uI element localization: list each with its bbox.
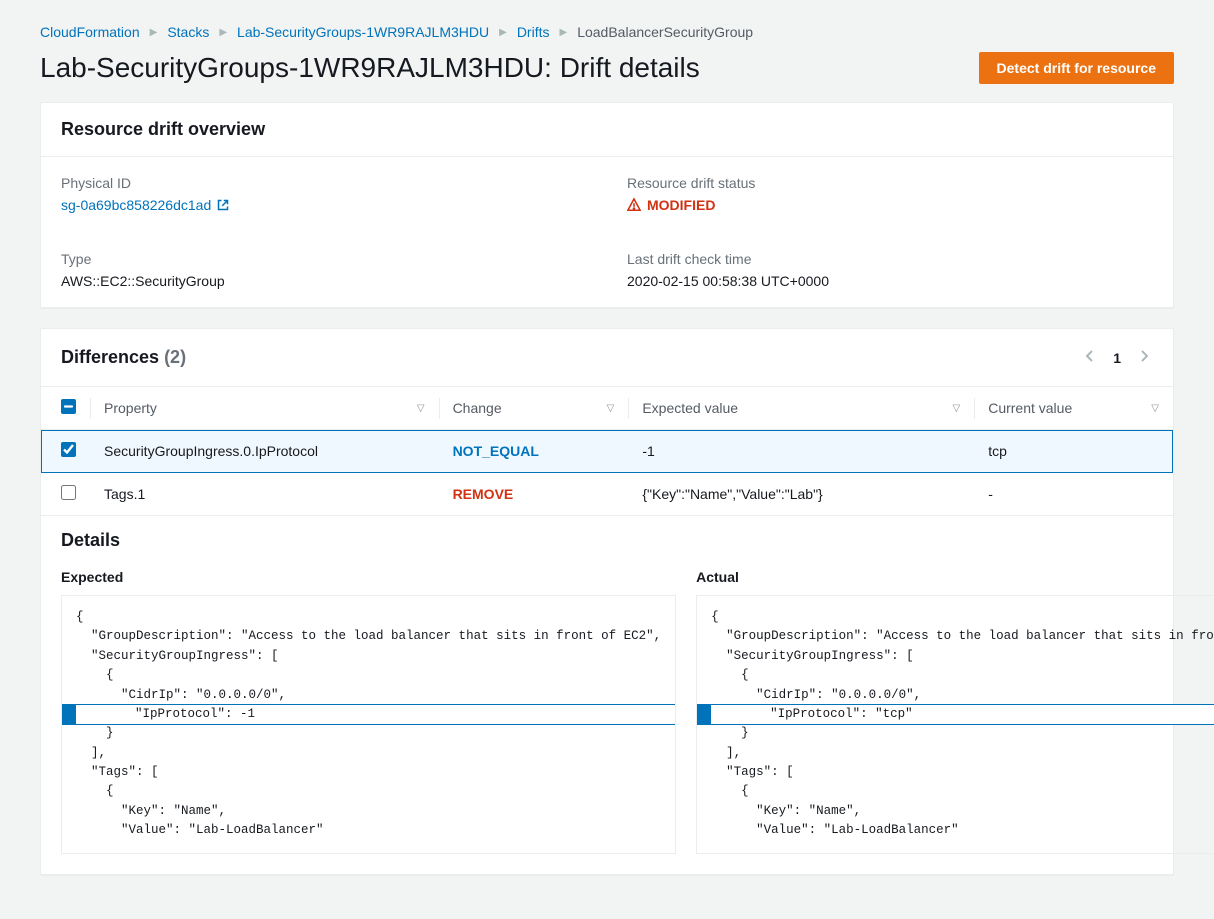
code-line: { xyxy=(62,608,675,627)
breadcrumb-link-stacks[interactable]: Stacks xyxy=(167,24,209,40)
code-line: "SecurityGroupIngress": [ xyxy=(62,647,675,666)
sort-icon: ▽ xyxy=(607,403,615,414)
code-line: "SecurityGroupIngress": [ xyxy=(697,647,1214,666)
physical-id-label: Physical ID xyxy=(61,175,587,191)
code-line: "GroupDescription": "Access to the load … xyxy=(62,627,675,646)
code-line: "Key": "Name", xyxy=(697,802,1214,821)
code-line: { xyxy=(697,666,1214,685)
chevron-right-icon: ▶ xyxy=(499,27,507,38)
page-title: Lab-SecurityGroups-1WR9RAJLM3HDU: Drift … xyxy=(40,52,700,84)
breadcrumb: CloudFormation ▶ Stacks ▶ Lab-SecurityGr… xyxy=(40,24,1174,40)
code-line: } xyxy=(697,724,1214,743)
page-number: 1 xyxy=(1113,350,1121,366)
page-prev-button[interactable] xyxy=(1081,345,1099,370)
cell-change: NOT_EQUAL xyxy=(439,430,629,473)
drift-status-value: MODIFIED xyxy=(627,197,715,213)
column-expected[interactable]: Expected value▽ xyxy=(628,387,974,430)
code-line: "GroupDescription": "Access to the load … xyxy=(697,627,1214,646)
cell-current: - xyxy=(974,473,1173,516)
cell-expected: {"Key":"Name","Value":"Lab"} xyxy=(628,473,974,516)
table-row[interactable]: Tags.1REMOVE{"Key":"Name","Value":"Lab"}… xyxy=(41,473,1173,516)
differences-title: Differences (2) xyxy=(61,347,186,368)
breadcrumb-link-cloudformation[interactable]: CloudFormation xyxy=(40,24,140,40)
differences-count: (2) xyxy=(164,347,186,367)
code-line: "Value": "Lab-LoadBalancer" xyxy=(697,821,1214,840)
row-checkbox[interactable] xyxy=(61,485,76,500)
code-line: { xyxy=(697,782,1214,801)
differences-table: Property▽ Change▽ Expected value▽ Curren… xyxy=(41,387,1173,516)
chevron-right-icon: ▶ xyxy=(150,27,158,38)
column-current[interactable]: Current value▽ xyxy=(974,387,1173,430)
chevron-left-icon xyxy=(1085,349,1095,363)
sort-icon: ▽ xyxy=(417,403,425,414)
cell-change: REMOVE xyxy=(439,473,629,516)
physical-id-link[interactable]: sg-0a69bc858226dc1ad xyxy=(61,197,229,213)
sort-icon: ▽ xyxy=(953,403,961,414)
code-line: "Value": "Lab-LoadBalancer" xyxy=(62,821,675,840)
column-property[interactable]: Property▽ xyxy=(90,387,439,430)
cell-expected: -1 xyxy=(628,430,974,473)
last-check-value: 2020-02-15 00:58:38 UTC+0000 xyxy=(627,273,1153,289)
resource-drift-overview-panel: Resource drift overview Physical ID sg-0… xyxy=(40,102,1174,308)
sort-icon: ▽ xyxy=(1151,403,1159,414)
chevron-right-icon xyxy=(1139,349,1149,363)
actual-code-box: { "GroupDescription": "Access to the loa… xyxy=(696,595,1214,854)
physical-id-value: sg-0a69bc858226dc1ad xyxy=(61,197,211,213)
code-line: { xyxy=(62,782,675,801)
type-value: AWS::EC2::SecurityGroup xyxy=(61,273,587,289)
expected-code-box: { "GroupDescription": "Access to the loa… xyxy=(61,595,676,854)
details-title: Details xyxy=(41,516,1173,569)
code-line: ], xyxy=(62,744,675,763)
drift-status-label: Resource drift status xyxy=(627,175,1153,191)
page-next-button[interactable] xyxy=(1135,345,1153,370)
external-link-icon xyxy=(217,199,229,211)
type-label: Type xyxy=(61,251,587,267)
column-change[interactable]: Change▽ xyxy=(439,387,629,430)
code-line: "Key": "Name", xyxy=(62,802,675,821)
overview-title: Resource drift overview xyxy=(61,119,1153,140)
cell-property: Tags.1 xyxy=(90,473,439,516)
code-line: "Tags": [ xyxy=(697,763,1214,782)
row-checkbox[interactable] xyxy=(61,442,76,457)
table-row[interactable]: SecurityGroupIngress.0.IpProtocolNOT_EQU… xyxy=(41,430,1173,473)
code-line-highlighted: "IpProtocol": -1 xyxy=(62,705,675,724)
code-line: "CidrIp": "0.0.0.0/0", xyxy=(62,686,675,705)
detect-drift-button[interactable]: Detect drift for resource xyxy=(979,52,1174,84)
code-line-highlighted: "IpProtocol": "tcp" xyxy=(697,705,1214,724)
breadcrumb-current: LoadBalancerSecurityGroup xyxy=(577,24,753,40)
code-line: "CidrIp": "0.0.0.0/0", xyxy=(697,686,1214,705)
differences-panel: Differences (2) 1 Property▽ Change▽ Expe… xyxy=(40,328,1174,875)
code-line: { xyxy=(697,608,1214,627)
breadcrumb-link-drifts[interactable]: Drifts xyxy=(517,24,550,40)
chevron-right-icon: ▶ xyxy=(559,27,567,38)
code-line: ], xyxy=(697,744,1214,763)
code-line: { xyxy=(62,666,675,685)
last-check-label: Last drift check time xyxy=(627,251,1153,267)
warning-icon xyxy=(627,198,641,212)
pagination: 1 xyxy=(1081,345,1153,370)
expected-label: Expected xyxy=(61,569,676,585)
cell-current: tcp xyxy=(974,430,1173,473)
breadcrumb-link-stackname[interactable]: Lab-SecurityGroups-1WR9RAJLM3HDU xyxy=(237,24,489,40)
code-line: } xyxy=(62,724,675,743)
cell-property: SecurityGroupIngress.0.IpProtocol xyxy=(90,430,439,473)
code-line: "Tags": [ xyxy=(62,763,675,782)
chevron-right-icon: ▶ xyxy=(219,27,227,38)
select-all-checkbox[interactable] xyxy=(61,399,76,414)
actual-label: Actual xyxy=(696,569,1214,585)
